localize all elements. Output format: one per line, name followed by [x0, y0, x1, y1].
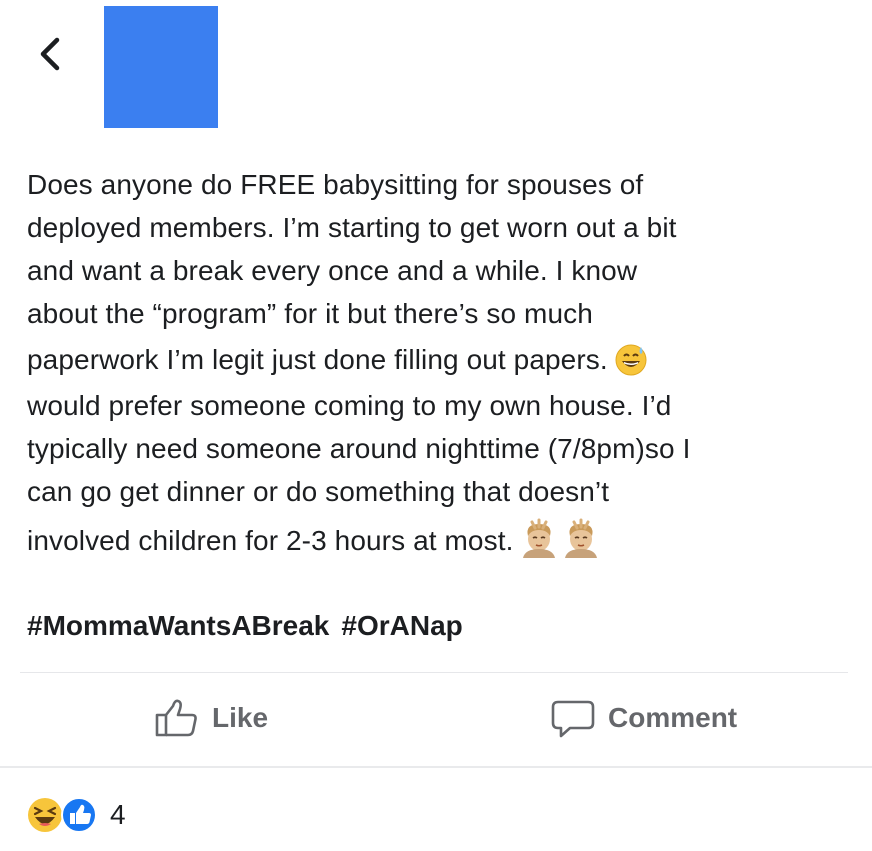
avatar[interactable]	[104, 6, 218, 128]
like-label: Like	[212, 702, 269, 733]
post-line: and want a break every once and a while.…	[27, 255, 638, 286]
reaction-count: 4	[110, 799, 126, 830]
face-massage-emoji-icon	[519, 518, 559, 558]
divider	[0, 766, 872, 768]
grinning-sweat-emoji-icon	[614, 343, 648, 377]
comment-label: Comment	[608, 702, 738, 733]
like-button[interactable]: Like	[154, 698, 268, 738]
hashtag-link[interactable]: #OrANap	[341, 610, 462, 641]
like-reaction-icon	[61, 797, 97, 833]
post-line: would prefer someone coming to my own ho…	[27, 390, 672, 421]
post-line: deployed members. I’m starting to get wo…	[27, 212, 677, 243]
post-line: Does anyone do FREE babysitting for spou…	[27, 169, 644, 200]
face-massage-emoji-icon	[561, 518, 601, 558]
divider	[20, 672, 848, 673]
post-body: Does anyone do FREE babysitting for spou…	[27, 163, 847, 566]
reaction-summary[interactable]: 4	[26, 796, 126, 834]
post-line: paperwork I’m legit just done filling ou…	[27, 335, 847, 384]
laughing-reaction-icon	[28, 798, 62, 832]
hashtag-link[interactable]: #MommaWantsABreak	[27, 610, 329, 641]
post-line: involved children for 2-3 hours at most.	[27, 513, 847, 566]
action-bar: Like Comment	[0, 680, 872, 760]
comment-bubble-icon	[551, 700, 595, 738]
post-line: can go get dinner or do something that d…	[27, 476, 610, 507]
hashtags: #MommaWantsABreak #OrANap	[27, 610, 475, 642]
post-line: typically need someone around nighttime …	[27, 433, 691, 464]
chevron-left-icon	[40, 37, 60, 71]
back-button[interactable]	[30, 34, 70, 74]
thumbs-up-icon	[155, 699, 197, 737]
post-line: about the “program” for it but there’s s…	[27, 298, 593, 329]
comment-button[interactable]: Comment	[550, 698, 737, 738]
